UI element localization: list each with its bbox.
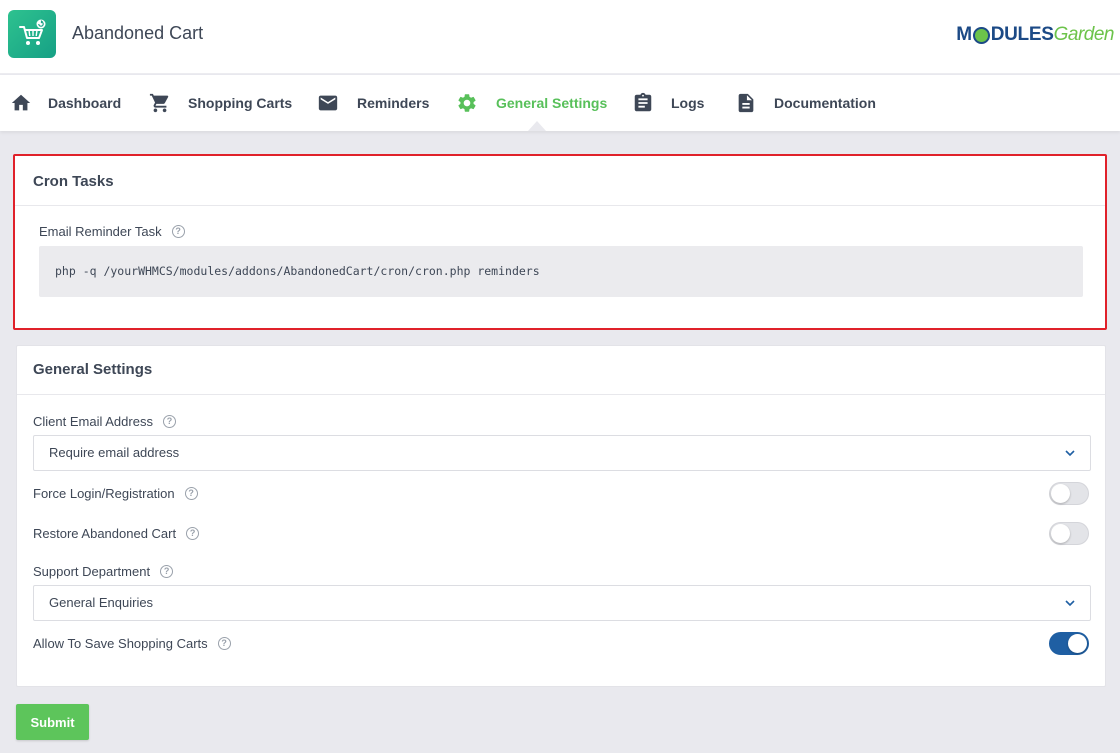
chevron-down-icon bbox=[1065, 450, 1075, 457]
top-bar: Abandoned Cart M DULES Garden bbox=[0, 0, 1120, 74]
force-login-label: Force Login/Registration? bbox=[33, 486, 198, 501]
nav-label: Reminders bbox=[357, 95, 430, 111]
nav-label: Logs bbox=[671, 95, 705, 111]
restore-cart-text: Restore Abandoned Cart bbox=[33, 526, 177, 541]
nav-label: Shopping Carts bbox=[188, 95, 293, 111]
client-email-text: Client Email Address bbox=[33, 414, 153, 429]
force-login-toggle[interactable] bbox=[1049, 482, 1089, 505]
client-email-label: Client Email Address? bbox=[33, 414, 176, 429]
support-department-label: Support Department? bbox=[33, 564, 174, 579]
cron-tasks-title: Cron Tasks bbox=[33, 173, 114, 190]
general-settings-title: General Settings bbox=[33, 361, 153, 378]
help-icon[interactable]: ? bbox=[162, 415, 176, 429]
modulesgarden-logo[interactable]: M DULES Garden bbox=[956, 22, 1114, 48]
nav-item-shopping-carts[interactable]: Shopping Carts bbox=[149, 75, 292, 131]
toggle-knob bbox=[1068, 634, 1087, 653]
brand-text-part2: DULES bbox=[990, 24, 1054, 45]
submit-button[interactable]: Submit bbox=[16, 704, 89, 740]
nav-item-logs[interactable]: Logs bbox=[632, 75, 704, 131]
globe-icon bbox=[972, 26, 990, 44]
help-icon[interactable]: ? bbox=[186, 527, 200, 541]
client-email-value: Require email address bbox=[49, 445, 180, 460]
chevron-down-icon bbox=[1065, 600, 1075, 607]
allow-save-carts-toggle[interactable] bbox=[1049, 632, 1089, 655]
general-settings-panel: General Settings Client Email Address? R… bbox=[16, 345, 1106, 687]
shopping-cart-refresh-icon bbox=[19, 19, 46, 45]
cron-command[interactable]: php -q /yourWHMCS/modules/addons/Abandon… bbox=[39, 246, 1083, 297]
help-icon[interactable]: ? bbox=[184, 487, 198, 501]
email-reminder-task-text: Email Reminder Task bbox=[39, 224, 162, 239]
cron-tasks-panel: Cron Tasks Email Reminder Task? php -q /… bbox=[13, 154, 1107, 330]
nav-label: General Settings bbox=[496, 95, 608, 111]
help-icon[interactable]: ? bbox=[160, 565, 174, 579]
nav-item-dashboard[interactable]: Dashboard bbox=[10, 75, 121, 131]
brand-text-part1: M bbox=[956, 24, 972, 45]
brand-text-part3: Garden bbox=[1053, 24, 1115, 45]
gear-icon bbox=[456, 92, 478, 114]
clipboard-icon bbox=[632, 92, 654, 114]
toggle-knob bbox=[1051, 484, 1070, 503]
allow-save-carts-label: Allow To Save Shopping Carts? bbox=[33, 636, 231, 651]
support-department-value: General Enquiries bbox=[49, 595, 154, 610]
help-icon[interactable]: ? bbox=[171, 225, 185, 239]
main-nav: Dashboard Shopping Carts Reminders Gener… bbox=[0, 75, 1120, 131]
document-icon bbox=[735, 92, 757, 114]
support-department-text: Support Department bbox=[33, 564, 151, 579]
restore-cart-label: Restore Abandoned Cart? bbox=[33, 526, 200, 541]
email-reminder-task-label: Email Reminder Task? bbox=[39, 224, 185, 239]
divider bbox=[15, 205, 1105, 206]
help-icon[interactable]: ? bbox=[217, 637, 231, 651]
nav-label: Documentation bbox=[774, 95, 876, 111]
divider bbox=[17, 394, 1105, 395]
nav-item-documentation[interactable]: Documentation bbox=[735, 75, 876, 131]
restore-cart-toggle[interactable] bbox=[1049, 522, 1089, 545]
nav-label: Dashboard bbox=[48, 95, 122, 111]
app-logo bbox=[8, 10, 56, 58]
support-department-select[interactable]: General Enquiries bbox=[33, 585, 1091, 621]
cart-icon bbox=[149, 92, 171, 114]
toggle-knob bbox=[1051, 524, 1070, 543]
allow-save-carts-text: Allow To Save Shopping Carts bbox=[33, 636, 208, 651]
client-email-select[interactable]: Require email address bbox=[33, 435, 1091, 471]
app-title: Abandoned Cart bbox=[72, 23, 204, 43]
force-login-text: Force Login/Registration bbox=[33, 486, 175, 501]
envelope-icon bbox=[317, 92, 339, 114]
nav-item-reminders[interactable]: Reminders bbox=[317, 75, 429, 131]
home-icon bbox=[10, 92, 32, 114]
active-tab-indicator bbox=[528, 121, 546, 131]
